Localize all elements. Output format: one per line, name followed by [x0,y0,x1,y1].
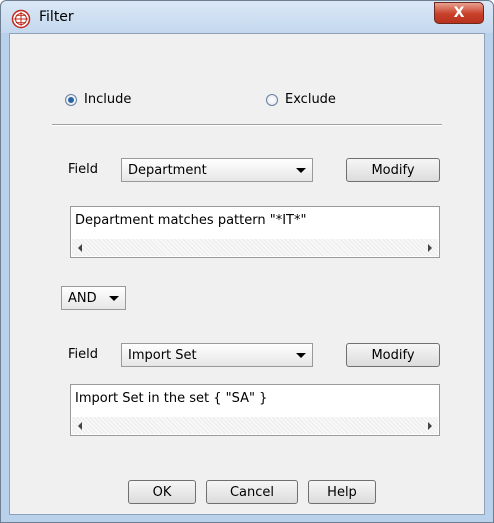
modify-button-1-label: Modify [371,162,415,178]
expression-box-2[interactable]: Import Set in the set { "SA" } [70,384,440,436]
scroll-left-icon[interactable] [78,422,82,430]
chevron-down-icon [296,168,306,173]
include-label: Include [84,92,132,107]
field-select-1[interactable]: Department [121,158,313,182]
ok-button[interactable]: OK [128,480,196,504]
horizontal-scrollbar-1[interactable] [72,239,438,256]
scroll-right-icon[interactable] [428,422,432,430]
cancel-button-label: Cancel [229,484,275,500]
include-radio[interactable]: Include [65,92,131,107]
app-globe-icon [11,9,31,29]
chevron-down-icon [296,353,306,358]
operator-select[interactable]: AND [61,286,126,310]
help-button[interactable]: Help [308,480,376,504]
ok-button-label: OK [152,484,172,500]
field-select-2-value: Import Set [128,347,197,363]
field-select-1-value: Department [128,162,207,178]
modify-button-2[interactable]: Modify [346,343,440,367]
chevron-down-icon [109,296,119,301]
field-label-2: Field [68,347,99,362]
filter-dialog: Filter X Include Exclude Field Departmen… [0,0,494,523]
title-bar[interactable]: Filter X [1,1,493,33]
exclude-radio-dot[interactable] [266,93,278,106]
close-button[interactable]: X [434,2,484,24]
operator-select-value: AND [68,290,97,306]
field-select-2[interactable]: Import Set [121,343,313,367]
modify-button-2-label: Modify [371,347,415,363]
scroll-left-icon[interactable] [78,244,82,252]
scroll-right-icon[interactable] [428,244,432,252]
expression-box-1[interactable]: Department matches pattern "*IT*" [70,206,440,258]
include-radio-dot[interactable] [65,93,77,106]
field-label-1: Field [68,162,99,177]
window-title: Filter [39,9,74,25]
cancel-button[interactable]: Cancel [206,480,298,504]
exclude-radio[interactable]: Exclude [266,92,336,107]
horizontal-scrollbar-2[interactable] [72,417,438,434]
exclude-label: Exclude [285,92,336,107]
close-icon: X [453,5,465,21]
dialog-body: Include Exclude Field Department Modify … [9,33,485,515]
separator [52,124,442,126]
expression-text-1: Department matches pattern "*IT*" [75,213,307,228]
help-button-label: Help [327,484,357,500]
expression-text-2: Import Set in the set { "SA" } [75,391,268,406]
modify-button-1[interactable]: Modify [346,158,440,182]
